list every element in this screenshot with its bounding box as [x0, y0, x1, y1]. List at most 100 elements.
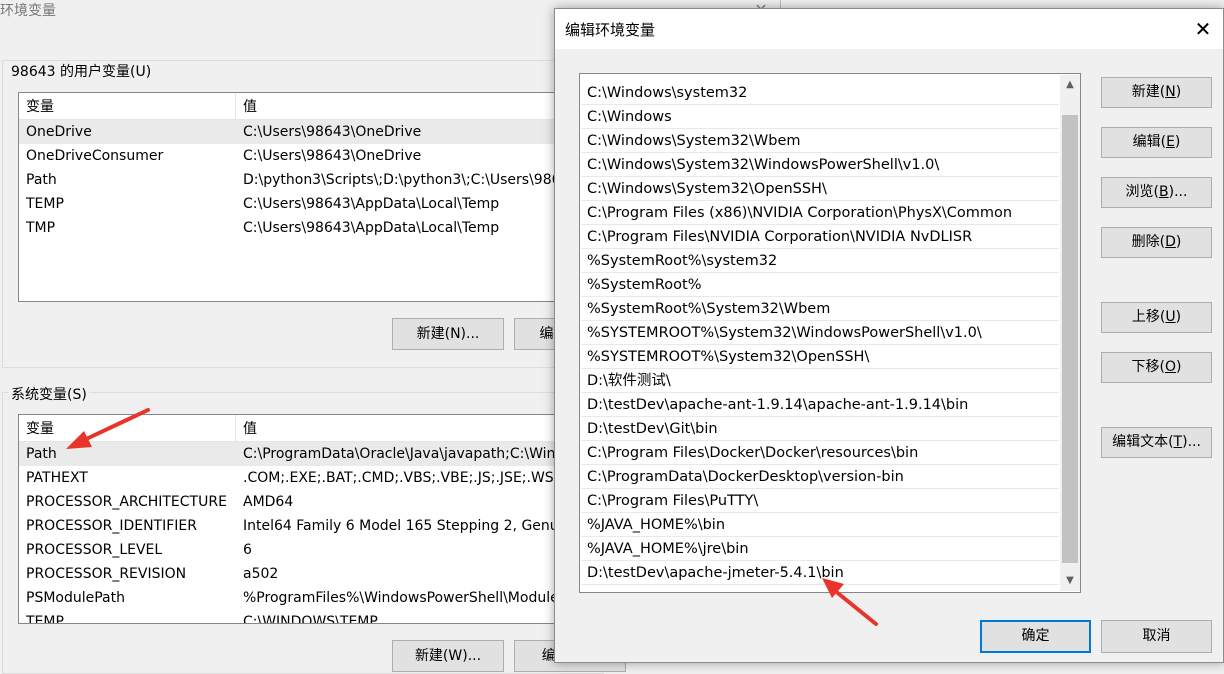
list-item[interactable]: C:\ProgramData\DockerDesktop\version-bin: [581, 465, 1059, 489]
button-label-end: ): [1174, 134, 1181, 150]
list-item[interactable]: D:\testDev\apache-jmeter-5.4.1\bin: [581, 561, 1059, 585]
list-header: 变量 值: [19, 415, 599, 442]
list-item[interactable]: C:\Program Files (x86)\NVIDIA Corporatio…: [581, 201, 1059, 225]
table-row[interactable]: Path C:\ProgramData\Oracle\Java\javapath…: [19, 442, 599, 466]
accelerator-key: O: [1164, 359, 1177, 375]
variable-value: C:\Users\98643\OneDrive: [243, 124, 422, 140]
window-title: 环境变量: [0, 3, 56, 19]
list-item[interactable]: D:\软件测试\: [581, 369, 1059, 393]
vertical-scrollbar[interactable]: ▲ ▼: [1060, 75, 1080, 591]
variable-value: C:\Users\98643\OneDrive: [243, 148, 422, 164]
column-header-value[interactable]: 值: [236, 93, 599, 119]
variable-name: PROCESSOR_LEVEL: [26, 542, 163, 558]
new-button[interactable]: 新建(N): [1101, 77, 1212, 108]
path-entries-list[interactable]: C:\Windows\system32 C:\Windows C:\Windows\…: [579, 73, 1081, 593]
edit-environment-variable-dialog: 编辑环境变量 ✕ C:\Windows\system32 C:\Windows C:…: [554, 8, 1224, 663]
button-label: 编辑文本(: [1112, 434, 1174, 450]
variable-value: D:\python3\Scripts\;D:\python3\;C:\Users…: [243, 172, 584, 188]
browse-button[interactable]: 浏览(B)...: [1101, 177, 1212, 208]
list-item[interactable]: C:\Windows: [581, 105, 1059, 129]
variable-value: AMD64: [243, 494, 294, 510]
dialog-titlebar[interactable]: [555, 9, 1223, 49]
table-row[interactable]: PROCESSOR_ARCHITECTURE AMD64: [19, 490, 599, 514]
variable-name: Path: [26, 172, 57, 188]
list-item[interactable]: C:\Program Files\NVIDIA Corporation\NVID…: [581, 225, 1059, 249]
user-variables-label: 98643 的用户变量(U): [9, 61, 154, 81]
column-header-variable[interactable]: 变量: [19, 93, 236, 119]
scroll-up-icon[interactable]: ▲: [1060, 75, 1080, 95]
delete-button[interactable]: 删除(D): [1101, 227, 1212, 258]
button-label: 编辑(: [1132, 134, 1167, 150]
list-item[interactable]: C:\Program Files\Docker\Docker\resources…: [581, 441, 1059, 465]
list-item[interactable]: %SystemRoot%\System32\Wbem: [581, 297, 1059, 321]
table-row[interactable]: PSModulePath %ProgramFiles%\WindowsPower…: [19, 586, 599, 610]
variable-name: PATHEXT: [26, 470, 88, 486]
accelerator-key: T: [1173, 434, 1183, 450]
list-item[interactable]: C:\Windows\System32\WindowsPowerShell\v1…: [581, 153, 1059, 177]
list-item[interactable]: C:\Windows\system32: [581, 81, 1059, 105]
variable-value: C:\Users\98643\AppData\Local\Temp: [243, 220, 500, 236]
edit-text-button[interactable]: 编辑文本(T)...: [1101, 427, 1212, 458]
table-row[interactable]: PROCESSOR_REVISION a502: [19, 562, 599, 586]
list-item[interactable]: C:\Program Files\PuTTY\: [581, 489, 1059, 513]
variable-value: a502: [243, 566, 279, 582]
close-icon[interactable]: ✕: [1187, 13, 1219, 45]
move-down-button[interactable]: 下移(O): [1101, 352, 1212, 383]
button-label-end: ): [1175, 84, 1182, 100]
button-label: 新建(: [1131, 84, 1166, 100]
list-item[interactable]: %JAVA_HOME%\bin: [581, 513, 1059, 537]
variable-value: %ProgramFiles%\WindowsPowerShell\Modules: [243, 590, 567, 606]
list-item[interactable]: %JAVA_HOME%\jre\bin: [581, 537, 1059, 561]
list-item[interactable]: %SystemRoot%\system32: [581, 249, 1059, 273]
cancel-button[interactable]: 取消: [1101, 620, 1212, 653]
table-row[interactable]: OneDriveConsumer C:\Users\98643\OneDrive: [19, 144, 599, 168]
button-label: 下移(: [1131, 359, 1165, 375]
list-item[interactable]: C:\Windows\System32\Wbem: [581, 129, 1059, 153]
list-item[interactable]: D:\testDev\Git\bin: [581, 417, 1059, 441]
edit-button[interactable]: 编辑(E): [1101, 127, 1212, 158]
user-new-button[interactable]: 新建(N)...: [392, 318, 504, 350]
variable-name: OneDrive: [26, 124, 92, 140]
user-variables-list[interactable]: 变量 值 OneDrive C:\Users\98643\OneDrive On…: [18, 92, 600, 302]
scroll-down-icon[interactable]: ▼: [1060, 571, 1080, 591]
table-row[interactable]: TEMP C:\WINDOWS\TEMP: [19, 610, 599, 624]
background-window-edge: [780, 0, 1224, 8]
system-variables-label: 系统变量(S): [9, 384, 89, 404]
variable-name: TEMP: [26, 614, 64, 624]
variable-name: PROCESSOR_REVISION: [26, 566, 187, 582]
variable-name: PROCESSOR_IDENTIFIER: [26, 518, 197, 534]
scroll-thumb[interactable]: [1062, 115, 1078, 563]
move-up-button[interactable]: 上移(U): [1101, 302, 1212, 333]
list-item[interactable]: %SYSTEMROOT%\System32\OpenSSH\: [581, 345, 1059, 369]
button-label: 浏览(: [1125, 184, 1160, 200]
variable-name: PROCESSOR_ARCHITECTURE: [26, 494, 227, 510]
ok-button[interactable]: 确定: [980, 620, 1091, 653]
variable-name: Path: [26, 446, 57, 462]
column-header-value[interactable]: 值: [236, 415, 599, 441]
table-row[interactable]: OneDrive C:\Users\98643\OneDrive: [19, 120, 599, 144]
variable-name: OneDriveConsumer: [26, 148, 164, 164]
table-row[interactable]: TMP C:\Users\98643\AppData\Local\Temp: [19, 216, 599, 240]
table-row[interactable]: PROCESSOR_LEVEL 6: [19, 538, 599, 562]
variable-value: C:\ProgramData\Oracle\Java\javapath;C:\W…: [243, 446, 592, 462]
accelerator-key: N: [1165, 84, 1176, 100]
table-row[interactable]: PATHEXT .COM;.EXE;.BAT;.CMD;.VBS;.VBE;.J…: [19, 466, 599, 490]
accelerator-key: E: [1166, 134, 1175, 150]
list-item[interactable]: C:\Windows\System32\OpenSSH\: [581, 177, 1059, 201]
variable-value: 6: [243, 542, 252, 558]
button-label-end: ): [1175, 234, 1182, 250]
list-item[interactable]: %SystemRoot%: [581, 273, 1059, 297]
column-header-variable[interactable]: 变量: [19, 415, 236, 441]
variable-name: PSModulePath: [26, 590, 125, 606]
button-label-end: )...: [1182, 434, 1201, 450]
table-row[interactable]: Path D:\python3\Scripts\;D:\python3\;C:\…: [19, 168, 599, 192]
system-new-button[interactable]: 新建(W)...: [392, 640, 504, 672]
list-item[interactable]: %SYSTEMROOT%\System32\WindowsPowerShell\…: [581, 321, 1059, 345]
accelerator-key: B: [1159, 184, 1169, 200]
button-label-end: ): [1176, 359, 1182, 375]
accelerator-key: D: [1165, 234, 1176, 250]
list-item[interactable]: D:\testDev\apache-ant-1.9.14\apache-ant-…: [581, 393, 1059, 417]
table-row[interactable]: TEMP C:\Users\98643\AppData\Local\Temp: [19, 192, 599, 216]
system-variables-list[interactable]: 变量 值 Path C:\ProgramData\Oracle\Java\jav…: [18, 414, 600, 624]
table-row[interactable]: PROCESSOR_IDENTIFIER Intel64 Family 6 Mo…: [19, 514, 599, 538]
